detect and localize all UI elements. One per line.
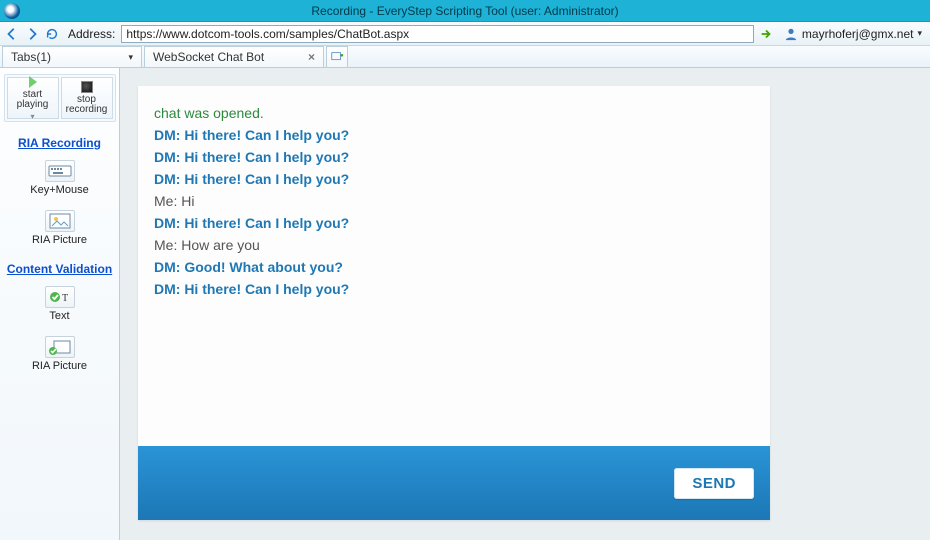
chat-transcript: chat was opened.DM: Hi there! Can I help…	[138, 86, 770, 446]
stop-icon	[81, 81, 93, 93]
sidebar: start playing ▾ stop recording RIA Recor…	[0, 68, 120, 540]
stop-recording-button[interactable]: stop recording	[61, 77, 113, 119]
chat-line-dm: DM: Hi there! Can I help you?	[154, 146, 754, 168]
user-account-menu[interactable]: mayrhoferj@gmx.net ▾	[784, 27, 926, 41]
record-button-group: start playing ▾ stop recording	[4, 74, 116, 122]
nav-refresh-icon[interactable]	[44, 26, 60, 42]
page-content: chat was opened.DM: Hi there! Can I help…	[120, 68, 930, 540]
play-icon	[29, 76, 37, 88]
chat-line-opened: chat was opened.	[154, 102, 754, 124]
svg-text:T: T	[62, 293, 68, 304]
window-titlebar: Recording - EveryStep Scripting Tool (us…	[0, 0, 930, 22]
address-input[interactable]	[121, 25, 754, 43]
chat-widget: chat was opened.DM: Hi there! Can I help…	[138, 86, 770, 520]
app-icon	[4, 3, 20, 19]
sidebar-item-ria-picture[interactable]: RIA Picture	[32, 210, 87, 246]
ria-recording-heading[interactable]: RIA Recording	[18, 136, 101, 150]
chat-line-me: Me: How are you	[154, 234, 754, 256]
address-bar: Address: mayrhoferj@gmx.net ▾	[0, 22, 930, 46]
chevron-down-icon: ▾	[917, 28, 922, 39]
new-tab-button[interactable]	[326, 46, 348, 67]
text-check-icon: T	[45, 286, 75, 308]
sidebar-item-label: RIA Picture	[32, 234, 87, 246]
window-title: Recording - EveryStep Scripting Tool (us…	[311, 4, 618, 18]
sidebar-item-label: Text	[49, 310, 69, 322]
send-button[interactable]: SEND	[674, 468, 754, 499]
sidebar-item-label: Key+Mouse	[30, 184, 88, 196]
content-validation-heading[interactable]: Content Validation	[7, 262, 112, 276]
chevron-down-icon: ▾	[30, 113, 34, 121]
start-playing-button[interactable]: start playing ▾	[7, 77, 59, 119]
tabs-dropdown-label: Tabs(1)	[11, 50, 51, 64]
start-playing-label: start playing	[17, 90, 49, 111]
keyboard-icon	[45, 160, 75, 182]
nav-back-icon[interactable]	[4, 26, 20, 42]
chat-line-dm: DM: Hi there! Can I help you?	[154, 212, 754, 234]
sidebar-item-keymouse[interactable]: Key+Mouse	[30, 160, 88, 196]
tab-websocket-chat-bot[interactable]: WebSocket Chat Bot ×	[144, 46, 324, 67]
user-email: mayrhoferj@gmx.net	[802, 27, 914, 41]
close-icon[interactable]: ×	[298, 50, 315, 64]
chat-footer: SEND	[138, 446, 770, 520]
send-button-label: SEND	[692, 475, 736, 492]
tab-strip: Tabs(1) ▾ WebSocket Chat Bot ×	[0, 46, 930, 68]
go-icon[interactable]	[758, 26, 774, 42]
sidebar-item-label: RIA Picture	[32, 360, 87, 372]
sidebar-item-ria-picture-validation[interactable]: RIA Picture	[32, 336, 87, 372]
chat-line-dm: DM: Hi there! Can I help you?	[154, 124, 754, 146]
picture-check-icon	[45, 336, 75, 358]
chat-line-dm: DM: Good! What about you?	[154, 256, 754, 278]
nav-forward-icon[interactable]	[24, 26, 40, 42]
sidebar-item-text-validation[interactable]: T Text	[45, 286, 75, 322]
tab-label: WebSocket Chat Bot	[153, 50, 264, 64]
chat-line-me: Me: Hi	[154, 190, 754, 212]
user-icon	[784, 27, 798, 41]
chat-line-dm: DM: Hi there! Can I help you?	[154, 168, 754, 190]
tabs-dropdown[interactable]: Tabs(1) ▾	[2, 46, 142, 67]
chevron-down-icon: ▾	[128, 52, 133, 63]
address-label: Address:	[68, 27, 115, 41]
picture-icon	[45, 210, 75, 232]
chat-line-dm: DM: Hi there! Can I help you?	[154, 278, 754, 300]
stop-recording-label: stop recording	[66, 95, 108, 116]
